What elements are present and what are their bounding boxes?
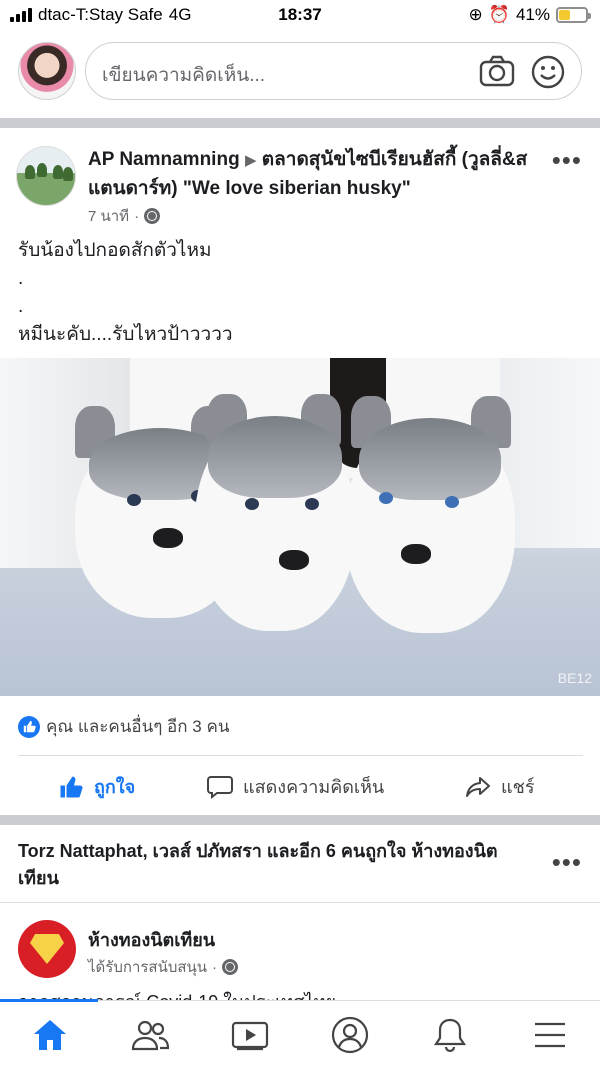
post-text-line: . xyxy=(18,268,24,289)
page-avatar[interactable] xyxy=(18,920,76,978)
sponsored-label: ได้รับการสนับสนุน xyxy=(88,959,208,976)
more-options-icon[interactable]: ••• xyxy=(552,849,582,875)
post-text: รับน้องไปกอดสักตัวไหม . . หมีนะคับ....รั… xyxy=(18,237,578,349)
alarm-icon: ⏰ xyxy=(488,5,510,24)
comment-label: แสดงความคิดเห็น xyxy=(243,777,385,797)
section-divider xyxy=(0,815,600,825)
comment-button[interactable]: แสดงความคิดเห็น xyxy=(207,772,384,801)
social-context-text[interactable]: Torz Nattaphat, เวลส์ ปภัทสรา และอีก 6 ค… xyxy=(18,838,538,892)
sponsored-meta: ได้รับการสนับสนุน · xyxy=(88,955,239,979)
comment-input[interactable]: เขียนความคิดเห็น... xyxy=(85,42,582,100)
section-divider xyxy=(0,118,600,128)
active-tab-indicator xyxy=(0,999,98,1002)
like-label: ถูกใจ xyxy=(94,777,136,797)
post-header: AP Namnamning ▶ ตลาดสุนัขไซบีเรียนฮัสกี้… xyxy=(88,146,528,203)
husky-puppy-middle xyxy=(195,394,355,631)
battery-icon xyxy=(556,7,591,23)
meta-separator: · xyxy=(134,207,140,225)
like-button[interactable]: ถูกใจ xyxy=(58,772,135,801)
share-label: แชร์ xyxy=(501,777,535,797)
diamond-logo-icon xyxy=(30,934,64,964)
profile-icon[interactable] xyxy=(330,1016,370,1054)
friends-icon[interactable] xyxy=(130,1017,170,1053)
comment-composer: เขียนความคิดเห็น... xyxy=(0,32,600,116)
bell-icon[interactable] xyxy=(430,1017,470,1053)
divider xyxy=(0,902,600,903)
comment-icon xyxy=(207,775,233,799)
status-right: ⊕ ⏰ 41% xyxy=(468,5,591,25)
post-text-line: รับน้องไปกอดสักตัวไหม xyxy=(18,240,212,261)
husky-puppy-right xyxy=(345,396,515,633)
reactions-text: คุณ และคนอื่นๆ อีก 3 คน xyxy=(46,717,230,736)
rotation-lock-icon: ⊕ xyxy=(468,5,483,24)
globe-icon xyxy=(144,208,161,224)
smile-icon[interactable] xyxy=(531,55,565,89)
reactions-summary[interactable]: คุณ และคนอื่นๆ อีก 3 คน xyxy=(18,713,229,740)
battery-percent: 41% xyxy=(515,5,550,24)
like-badge-icon xyxy=(18,715,40,738)
share-button[interactable]: แชร์ xyxy=(465,772,535,801)
post-actions: ถูกใจ แสดงความคิดเห็น แชร์ xyxy=(0,762,600,808)
bottom-navigation xyxy=(0,999,600,1067)
home-icon[interactable] xyxy=(30,1017,70,1053)
avatar[interactable] xyxy=(18,42,76,100)
watch-icon[interactable] xyxy=(230,1017,270,1053)
post-author-name[interactable]: AP Namnamning xyxy=(88,149,240,170)
comment-placeholder: เขียนความคิดเห็น... xyxy=(102,65,266,86)
post-photo[interactable]: BE12 xyxy=(0,358,600,696)
post-text-line: . xyxy=(18,296,24,317)
share-icon xyxy=(466,776,490,797)
post-time[interactable]: 7 นาที xyxy=(88,204,129,228)
post-text-line: หมีนะคับ....รับไหวป้าวววว xyxy=(18,324,233,345)
page-name[interactable]: ห้างทองนิตเทียน xyxy=(88,925,215,954)
meta-separator: · xyxy=(212,958,218,976)
divider xyxy=(18,755,583,756)
arrow-right-icon: ▶ xyxy=(244,152,257,169)
more-options-icon[interactable]: ••• xyxy=(552,147,582,173)
post-author-avatar[interactable] xyxy=(16,146,76,206)
camera-icon[interactable] xyxy=(479,55,515,87)
post-meta: 7 นาที · xyxy=(88,204,161,228)
status-bar: dtac-T:Stay Safe 4G 18:37 ⊕ ⏰ 41% xyxy=(0,0,600,32)
thumbs-up-icon xyxy=(60,776,83,797)
photo-watermark: BE12 xyxy=(557,670,592,686)
globe-icon xyxy=(222,959,239,975)
battery-fill xyxy=(559,10,570,20)
menu-icon[interactable] xyxy=(530,1017,570,1053)
